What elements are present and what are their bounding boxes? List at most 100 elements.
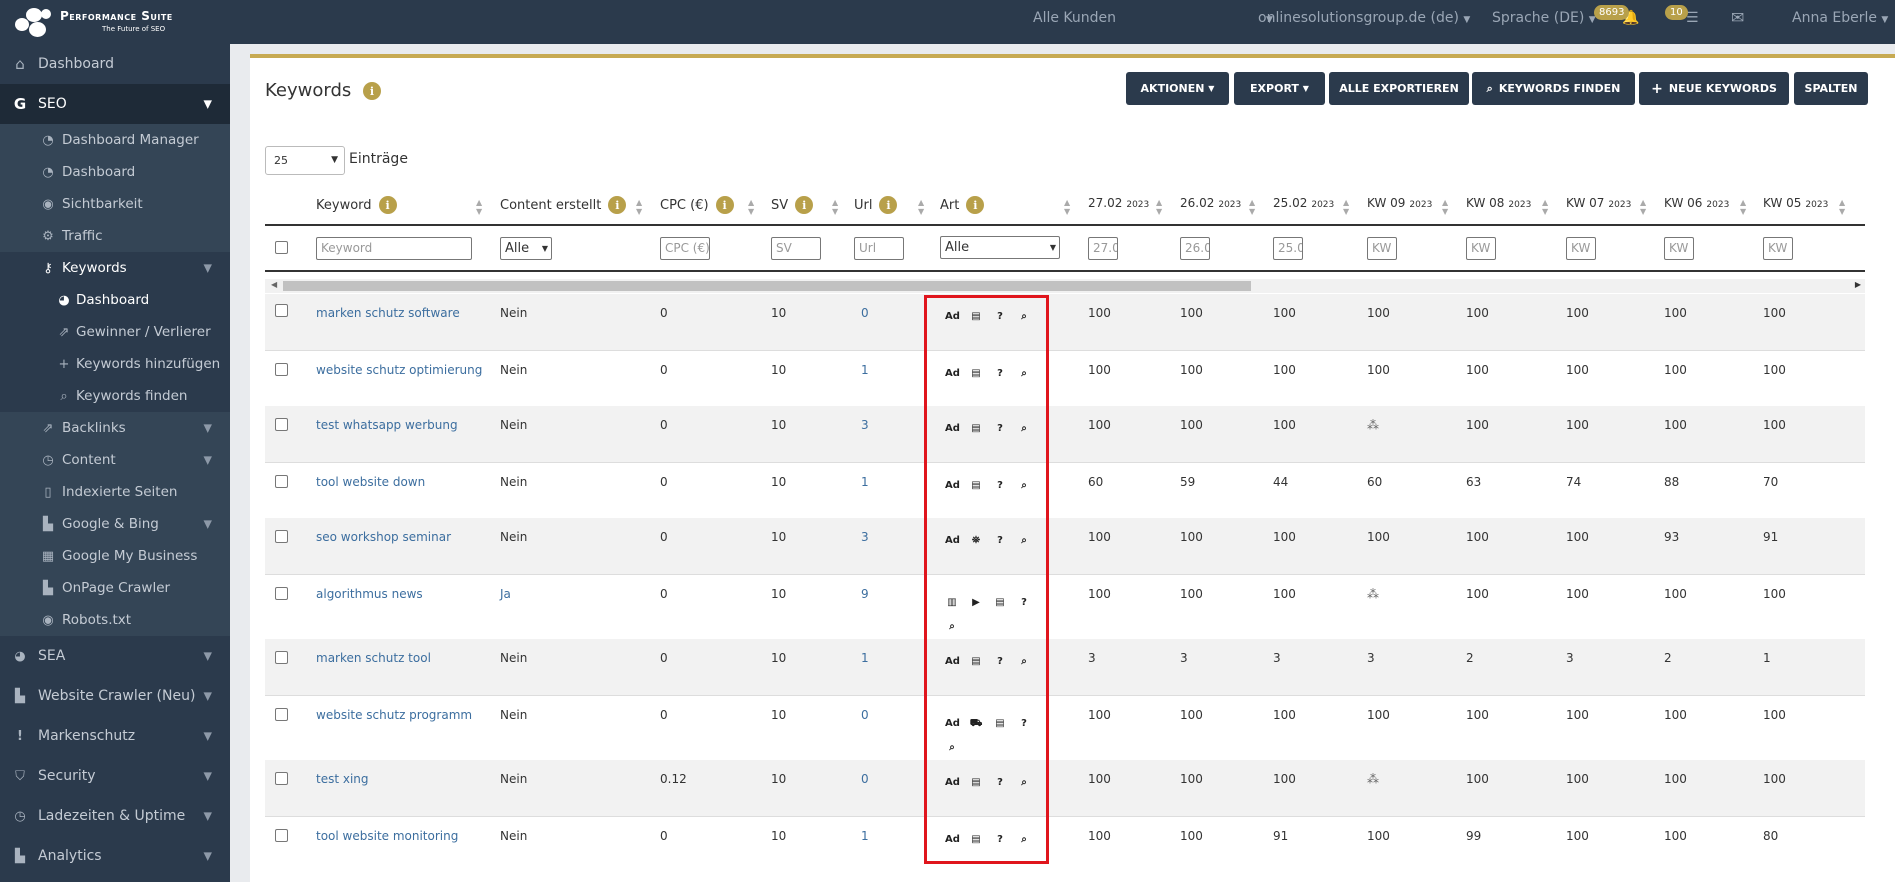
sidebar-item-website-crawler[interactable]: ▙ Website Crawler (Neu) ▼	[0, 676, 230, 716]
keyword-link[interactable]: tool website monitoring	[316, 829, 458, 843]
keyword-link[interactable]: website schutz programm	[316, 708, 472, 722]
cpc-filter-input[interactable]: CPC (€)	[660, 237, 710, 260]
alle-exportieren-button[interactable]: ALLE EXPORTIEREN	[1329, 72, 1469, 105]
kw-05-filter-input[interactable]: KW	[1763, 237, 1793, 260]
url-link[interactable]: 0	[861, 306, 869, 320]
keyword-link[interactable]: tool website down	[316, 475, 425, 489]
sidebar-item-gewinner-verlierer[interactable]: ⇗ Gewinner / Verlierer	[0, 316, 230, 348]
sort-icon[interactable]: ▲ ▼	[636, 198, 642, 216]
art-filter-select[interactable]: Alle ▼	[940, 236, 1060, 259]
sidebar-item-ladezeiten[interactable]: ◷ Ladezeiten & Uptime ▼	[0, 796, 230, 836]
sidebar-item-traffic[interactable]: ⚙ Traffic	[0, 220, 230, 252]
sidebar-item-keywords-finden[interactable]: ⌕ Keywords finden	[0, 380, 230, 412]
row-checkbox[interactable]	[275, 708, 288, 721]
keyword-filter-input[interactable]: Keyword	[316, 237, 472, 260]
url-link[interactable]: 1	[861, 829, 869, 843]
sort-icon[interactable]: ▲ ▼	[832, 198, 838, 216]
sort-icon[interactable]: ▲ ▼	[1740, 198, 1746, 216]
url-link[interactable]: 1	[861, 363, 869, 377]
sort-icon[interactable]: ▲ ▼	[1156, 198, 1162, 216]
domain-select[interactable]: onlinesolutionsgroup.de (de) ▼	[1258, 0, 1470, 36]
logo[interactable]: Performance Suite The Future of SEO	[12, 4, 262, 40]
sidebar-item-google-my-business[interactable]: ▦ Google My Business	[0, 540, 230, 572]
keyword-link[interactable]: test xing	[316, 772, 369, 786]
sidebar-item-keywords[interactable]: ⚷ Keywords ▼	[0, 252, 230, 284]
sidebar-item-sea[interactable]: ◕ SEA ▼	[0, 636, 230, 676]
sort-icon[interactable]: ▲ ▼	[1542, 198, 1548, 216]
url-filter-input[interactable]: Url	[854, 237, 904, 260]
keyword-link[interactable]: algorithmus news	[316, 587, 423, 601]
row-checkbox[interactable]	[275, 475, 288, 488]
language-select[interactable]: Sprache (DE) ▼	[1492, 0, 1596, 36]
url-link[interactable]: 1	[861, 475, 869, 489]
select-all-checkbox[interactable]	[275, 241, 288, 254]
row-checkbox[interactable]	[275, 587, 288, 600]
date-2-filter-input[interactable]: 26.0	[1180, 237, 1210, 260]
sort-icon[interactable]: ▲ ▼	[476, 198, 482, 216]
keyword-link[interactable]: test whatsapp werbung	[316, 418, 458, 432]
scroll-left-icon[interactable]: ◀	[271, 280, 277, 289]
row-checkbox[interactable]	[275, 772, 288, 785]
sidebar-item-backlinks[interactable]: ⇗ Backlinks ▼	[0, 412, 230, 444]
row-checkbox[interactable]	[275, 530, 288, 543]
sidebar-item-security[interactable]: ⛉ Security ▼	[0, 756, 230, 796]
url-link[interactable]: 1	[861, 651, 869, 665]
keyword-link[interactable]: marken schutz tool	[316, 651, 431, 665]
sort-icon[interactable]: ▲ ▼	[1640, 198, 1646, 216]
sidebar-item-markenschutz[interactable]: ! Markenschutz ▼	[0, 716, 230, 756]
keyword-link[interactable]: marken schutz software	[316, 306, 460, 320]
url-link[interactable]: 0	[861, 772, 869, 786]
per-page-select[interactable]: 25 ▼	[265, 146, 345, 175]
kw-06-filter-input[interactable]: KW	[1664, 237, 1694, 260]
keyword-link[interactable]: seo workshop seminar	[316, 530, 451, 544]
sort-icon[interactable]: ▲ ▼	[1064, 198, 1070, 216]
url-link[interactable]: 9	[861, 587, 869, 601]
content-value[interactable]: Ja	[500, 587, 511, 601]
tasks-icon[interactable]: ☰	[1686, 0, 1699, 36]
sidebar-item-dashboard[interactable]: ⌂ Dashboard	[0, 44, 230, 84]
neue-keywords-button[interactable]: + NEUE KEYWORDS	[1639, 72, 1789, 105]
date-3-filter-input[interactable]: 25.0	[1273, 237, 1303, 260]
row-checkbox[interactable]	[275, 363, 288, 376]
kw-08-filter-input[interactable]: KW	[1466, 237, 1496, 260]
sidebar-item-seo-dashboard[interactable]: ◔ Dashboard	[0, 156, 230, 188]
sidebar-item-content[interactable]: ◷ Content ▼	[0, 444, 230, 476]
mail-icon[interactable]: ✉	[1731, 0, 1744, 36]
sidebar-item-indexierte-seiten[interactable]: ▯ Indexierte Seiten	[0, 476, 230, 508]
sort-icon[interactable]: ▲ ▼	[1839, 198, 1845, 216]
url-link[interactable]: 3	[861, 530, 869, 544]
spalten-button[interactable]: SPALTEN	[1794, 72, 1868, 105]
sort-icon[interactable]: ▲ ▼	[748, 198, 754, 216]
sidebar-item-seo[interactable]: G SEO ▼	[0, 84, 230, 124]
scroll-right-icon[interactable]: ▶	[1855, 280, 1861, 289]
row-checkbox[interactable]	[275, 829, 288, 842]
sort-icon[interactable]: ▲ ▼	[918, 198, 924, 216]
customer-select[interactable]: Alle Kunden ▼	[1033, 0, 1273, 36]
row-checkbox[interactable]	[275, 304, 288, 317]
sidebar-item-dashboard-manager[interactable]: ◔ Dashboard Manager	[0, 124, 230, 156]
aktionen-button[interactable]: AKTIONEN ▼	[1126, 72, 1229, 105]
content-filter-select[interactable]: Alle ▼	[500, 237, 552, 260]
sort-icon[interactable]: ▲ ▼	[1343, 198, 1349, 216]
info-icon[interactable]: i	[363, 82, 381, 100]
sidebar-item-google-bing[interactable]: ▙ Google & Bing ▼	[0, 508, 230, 540]
sort-icon[interactable]: ▲ ▼	[1249, 198, 1255, 216]
sidebar-item-keywords-dashboard[interactable]: ◕ Dashboard	[0, 284, 230, 316]
url-link[interactable]: 0	[861, 708, 869, 722]
scrollbar-thumb[interactable]	[283, 281, 1251, 291]
user-menu[interactable]: Anna Eberle ▼	[1792, 0, 1888, 36]
kw-07-filter-input[interactable]: KW	[1566, 237, 1596, 260]
export-button[interactable]: EXPORT ▼	[1234, 72, 1325, 105]
keywords-finden-button[interactable]: ⌕ KEYWORDS FINDEN	[1472, 72, 1635, 105]
url-link[interactable]: 3	[861, 418, 869, 432]
kw-09-filter-input[interactable]: KW	[1367, 237, 1397, 260]
sort-icon[interactable]: ▲ ▼	[1442, 198, 1448, 216]
sv-filter-input[interactable]: SV	[771, 237, 821, 260]
sidebar-item-keywords-hinzufuegen[interactable]: + Keywords hinzufügen	[0, 348, 230, 380]
date-1-filter-input[interactable]: 27.0	[1088, 237, 1118, 260]
sidebar-item-onpage-crawler[interactable]: ▙ OnPage Crawler	[0, 572, 230, 604]
horizontal-scrollbar[interactable]: ◀ ▶	[265, 279, 1865, 293]
row-checkbox[interactable]	[275, 418, 288, 431]
keyword-link[interactable]: website schutz optimierung	[316, 363, 482, 377]
row-checkbox[interactable]	[275, 651, 288, 664]
